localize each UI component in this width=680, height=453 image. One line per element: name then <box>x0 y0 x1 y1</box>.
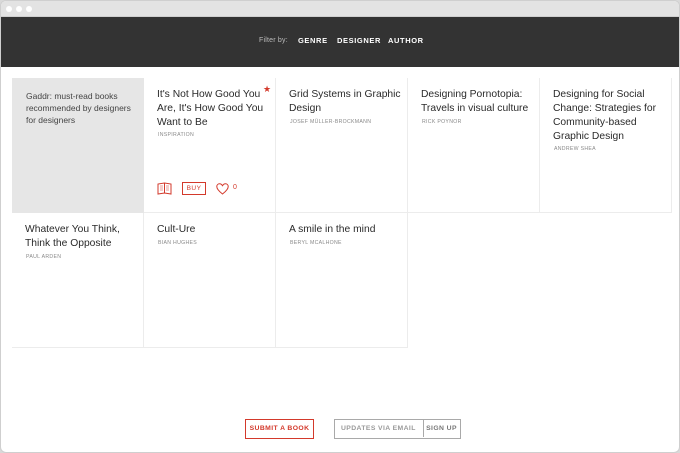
book-author: INSPIRATION <box>158 132 195 138</box>
book-author: RICK POYNOR <box>422 119 462 125</box>
sign-up-button[interactable]: SIGN UP <box>423 420 459 437</box>
book-author: BIAN HUGHES <box>158 240 198 246</box>
book-card[interactable]: It's Not How Good You Are, It's How Good… <box>144 78 276 213</box>
window-maximize-dot[interactable] <box>26 6 32 12</box>
filter-author[interactable]: AUTHOR <box>388 36 424 45</box>
filter-label: Filter by: <box>259 37 288 44</box>
book-card[interactable]: Designing for Social Change: Strategies … <box>540 78 672 213</box>
book-title[interactable]: A smile in the mind <box>289 223 401 237</box>
window-minimize-dot[interactable] <box>16 6 22 12</box>
email-signup: SIGN UP <box>334 419 461 439</box>
intro-text: Gaddr: must-read books recommended by de… <box>26 91 131 125</box>
star-icon: ★ <box>263 84 272 94</box>
like-count: 0 <box>233 184 237 191</box>
filter-bar: Filter by: GENRE DESIGNER AUTHOR <box>1 17 679 67</box>
book-card[interactable]: Grid Systems in Graphic Design JOSEF MÜL… <box>276 78 408 213</box>
book-author: BERYL MCALHONE <box>290 240 342 246</box>
book-card[interactable]: A smile in the mind BERYL MCALHONE <box>276 213 408 348</box>
book-actions: BUY 0 <box>157 182 267 196</box>
buy-button[interactable]: BUY <box>182 182 206 195</box>
book-card[interactable]: Whatever You Think, Think the Opposite P… <box>12 213 144 348</box>
filter-designer[interactable]: DESIGNER <box>337 36 381 45</box>
book-title[interactable]: Grid Systems in Graphic Design <box>289 88 401 116</box>
book-author: PAUL ARDEN <box>26 254 62 260</box>
book-author: ANDREW SHEA <box>554 146 596 152</box>
book-card[interactable]: Cult-Ure BIAN HUGHES <box>144 213 276 348</box>
intro-card: Gaddr: must-read books recommended by de… <box>12 78 144 213</box>
submit-book-button[interactable]: SUBMIT A BOOK <box>245 419 314 439</box>
book-title[interactable]: Whatever You Think, Think the Opposite <box>25 223 137 251</box>
heart-icon[interactable] <box>216 183 229 195</box>
book-card[interactable]: Designing Pornotopia: Travels in visual … <box>408 78 540 213</box>
book-title[interactable]: Cult-Ure <box>157 223 269 237</box>
browser-window: Filter by: GENRE DESIGNER AUTHOR Gaddr: … <box>0 0 680 453</box>
book-title[interactable]: It's Not How Good You Are, It's How Good… <box>157 88 269 130</box>
book-title[interactable]: Designing for Social Change: Strategies … <box>553 88 665 144</box>
book-grid: Gaddr: must-read books recommended by de… <box>12 78 672 349</box>
window-chrome <box>1 1 679 17</box>
book-author: JOSEF MÜLLER-BROCKMANN <box>290 119 372 125</box>
open-book-icon[interactable] <box>157 182 172 195</box>
book-title[interactable]: Designing Pornotopia: Travels in visual … <box>421 88 533 116</box>
filter-genre[interactable]: GENRE <box>298 36 328 45</box>
window-close-dot[interactable] <box>6 6 12 12</box>
email-input[interactable] <box>335 420 423 437</box>
